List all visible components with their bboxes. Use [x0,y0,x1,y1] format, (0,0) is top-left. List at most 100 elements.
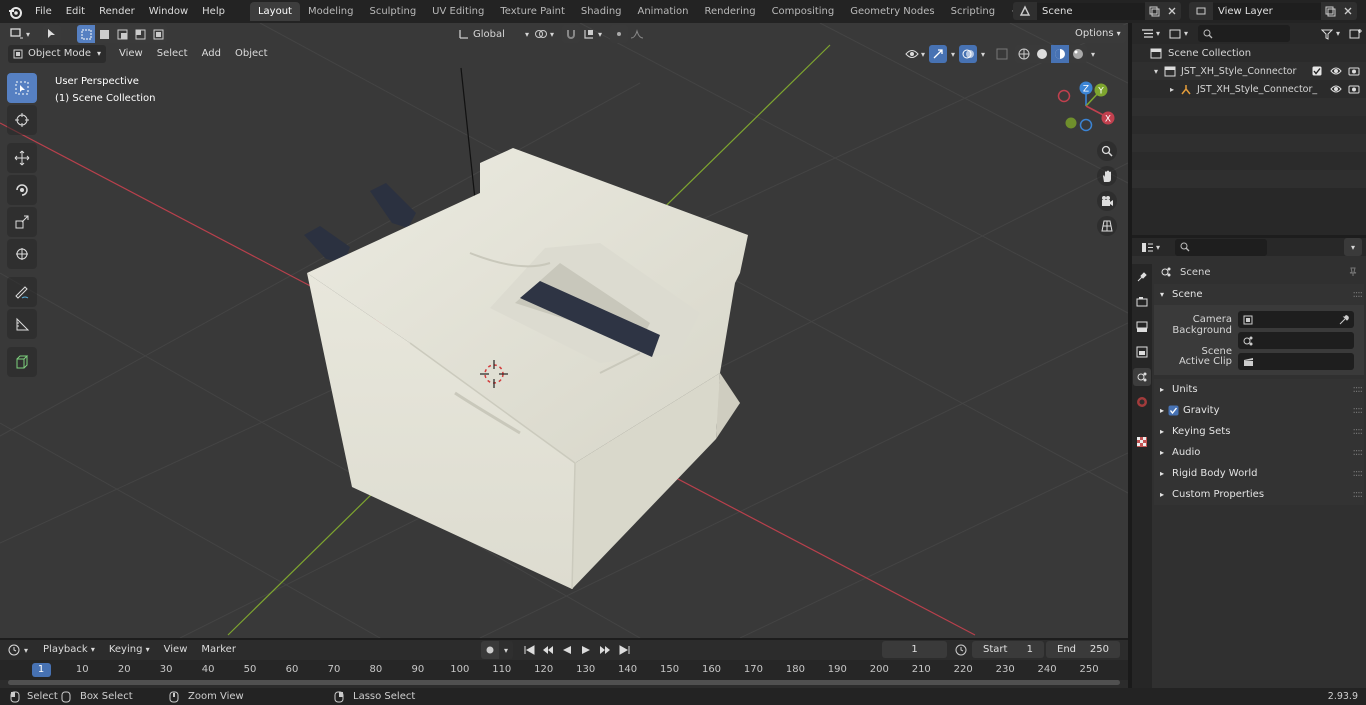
exclude-checkbox-icon[interactable] [1312,66,1322,76]
tab-layout[interactable]: Layout [249,2,300,21]
play-icon[interactable] [577,641,595,659]
auto-keying-record-icon[interactable] [481,641,499,659]
new-view-layer-icon[interactable] [1321,2,1339,20]
proportional-edit-icon[interactable] [610,25,628,43]
menu-help[interactable]: Help [195,0,232,23]
outliner-row-object[interactable]: ▸ JST_XH_Style_Connector_ [1132,80,1366,98]
keying-sets-panel-header[interactable]: ▸ Keying Sets :::: [1154,421,1364,442]
blender-logo-icon[interactable] [6,3,24,21]
scene-tab-icon[interactable] [1133,368,1151,386]
play-reverse-icon[interactable] [558,641,576,659]
timeline-ruler[interactable]: 1 10 20 30 40 50 60 70 80 90 100 110 120 130 140 150 160… [0,660,1128,680]
render-camera-icon[interactable] [1348,66,1360,76]
display-mode-icon[interactable] [1166,25,1184,43]
rendered-shading-icon[interactable] [1069,45,1088,63]
preview-range-icon[interactable] [952,641,970,659]
drag-handle-icon[interactable]: :::: [1353,442,1364,463]
snap-target-icon[interactable] [580,25,598,43]
timeline-menu-view[interactable]: View [157,641,195,659]
falloff-curve-icon[interactable] [628,25,646,43]
pan-hand-icon[interactable] [1097,166,1117,186]
properties-options-dropdown[interactable]: ▾ [1344,238,1362,256]
tab-texture-paint[interactable]: Texture Paint [492,2,573,21]
wireframe-shading-icon[interactable] [1015,45,1034,63]
texture-tab-icon[interactable] [1133,433,1151,451]
render-camera-icon[interactable] [1348,84,1360,94]
drag-handle-icon[interactable]: :::: [1353,484,1364,505]
jump-to-end-icon[interactable] [615,641,633,659]
zoom-icon[interactable] [1097,141,1117,161]
overlays-toggle-icon[interactable] [959,45,978,63]
audio-panel-header[interactable]: ▸ Audio :::: [1154,442,1364,463]
add-cube-tool-icon[interactable] [7,347,37,377]
navigation-gizmo[interactable]: Z Y X [1055,78,1117,133]
viewport-menu-add[interactable]: Add [195,45,228,63]
tab-shading[interactable]: Shading [573,2,630,21]
menu-edit[interactable]: Edit [59,0,92,23]
jump-to-keyframe-forward-icon[interactable] [596,641,614,659]
timeline-menu-keying[interactable]: Keying ▾ [102,641,157,659]
drag-handle-icon[interactable]: :::: [1353,463,1364,484]
measure-tool-icon[interactable] [7,309,37,339]
delete-view-layer-icon[interactable] [1339,2,1357,20]
eye-icon[interactable] [1330,66,1342,76]
start-frame-field[interactable]: Start 1 [972,641,1044,658]
3d-viewport[interactable]: ▾ Global ▾ ▾ ▾ Options ▾ Object Mode ▾ V… [0,23,1128,638]
properties-editor-icon[interactable] [1138,238,1156,256]
connector-model[interactable] [304,148,748,590]
material-preview-icon[interactable] [1051,45,1070,63]
properties-search-input[interactable] [1175,238,1268,256]
select-intersect-icon[interactable] [149,25,167,43]
gravity-checkbox-icon[interactable] [1168,405,1179,416]
view-layer-tab-icon[interactable] [1133,343,1151,361]
annotate-tool-icon[interactable] [7,277,37,307]
current-frame-field[interactable]: 1 [882,641,947,658]
tab-rendering[interactable]: Rendering [696,2,763,21]
select-invert-icon[interactable] [131,25,149,43]
object-mode-dropdown[interactable]: Object Mode ▾ [8,45,106,63]
select-new-icon[interactable] [77,25,95,43]
drag-handle-icon[interactable]: :::: [1353,421,1364,442]
camera-view-icon[interactable] [1097,191,1117,211]
render-tab-icon[interactable] [1133,293,1151,311]
viewport-menu-object[interactable]: Object [228,45,275,63]
drag-handle-icon[interactable]: :::: [1353,284,1364,305]
menu-file[interactable]: File [28,0,59,23]
jump-to-keyframe-back-icon[interactable] [539,641,557,659]
tab-compositing[interactable]: Compositing [764,2,843,21]
timeline-scrollbar-thumb[interactable] [8,680,1120,685]
timeline-menu-marker[interactable]: Marker [194,641,243,659]
scene-name-field[interactable]: Scene [1037,2,1145,20]
outliner-search-input[interactable] [1198,25,1291,42]
tab-animation[interactable]: Animation [630,2,697,21]
world-tab-icon[interactable] [1133,393,1151,411]
active-clip-field[interactable] [1238,353,1354,370]
new-collection-icon[interactable] [1346,25,1364,43]
collapse-arrow-icon[interactable]: ▸ [1170,85,1180,94]
tab-geometry-nodes[interactable]: Geometry Nodes [842,2,942,21]
orientation-dropdown[interactable]: Global ▾ [455,25,529,43]
timeline-scrollbar[interactable] [8,680,1120,685]
drag-handle-icon[interactable]: :::: [1353,379,1364,400]
eye-icon[interactable] [1330,84,1342,94]
rigid-body-world-panel-header[interactable]: ▸ Rigid Body World :::: [1154,463,1364,484]
viewport-menu-select[interactable]: Select [150,45,195,63]
pivot-dropdown[interactable]: ▾ [532,25,554,43]
scene-icon[interactable] [1013,2,1037,20]
pin-icon[interactable] [1348,267,1358,277]
timeline-editor-type-button[interactable]: ▾ [8,644,28,656]
units-panel-header[interactable]: ▸ Units :::: [1154,379,1364,400]
outliner-row-collection[interactable]: ▾ JST_XH_Style_Connector [1132,62,1366,80]
view-layer-field[interactable]: View Layer [1213,2,1321,20]
camera-field[interactable] [1238,311,1354,328]
outliner-editor-icon[interactable] [1138,25,1156,43]
editor-type-button[interactable]: ▾ [8,25,30,43]
viewport-menu-view[interactable]: View [112,45,150,63]
expand-arrow-icon[interactable]: ▾ [1154,67,1164,76]
tab-sculpting[interactable]: Sculpting [361,2,424,21]
area-divider[interactable] [1128,23,1132,688]
timeline-menu-playback[interactable]: Playback ▾ [36,641,102,659]
tab-modeling[interactable]: Modeling [300,2,362,21]
cursor-tool-icon[interactable] [7,105,37,135]
rotate-tool-icon[interactable] [7,175,37,205]
